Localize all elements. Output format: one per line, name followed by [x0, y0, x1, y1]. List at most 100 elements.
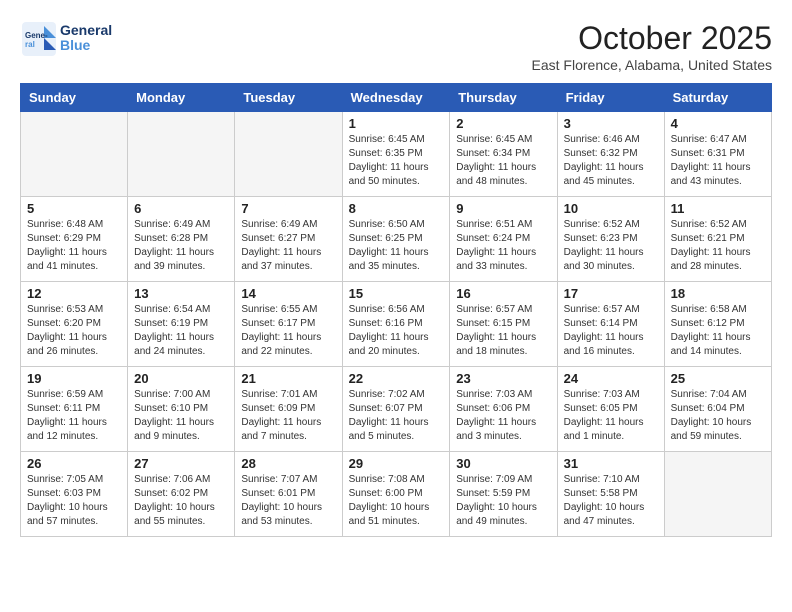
day-info: Sunrise: 7:10 AM Sunset: 5:58 PM Dayligh…	[564, 473, 658, 529]
calendar-title: October 2025	[532, 20, 772, 57]
day-number: 29	[349, 456, 444, 471]
day-cell: 26Sunrise: 7:05 AM Sunset: 6:03 PM Dayli…	[21, 452, 128, 537]
week-row-3: 12 Sunrise: 6:53 AM Sunset: 6:20 PM Dayli…	[21, 282, 772, 367]
day-info: Sunrise: 7:06 AM Sunset: 6:02 PM Dayligh…	[134, 473, 228, 529]
day-cell: 30 Sunrise: 7:09 AM Sunset: 5:59 PM Dayli…	[450, 452, 557, 537]
day-cell: 4 Sunrise: 6:47 AM Sunset: 6:31 PM Daylig…	[664, 112, 771, 197]
day-number: 1	[349, 116, 444, 131]
day-cell: 15 Sunrise: 6:56 AM Sunset: 6:16 PM Dayli…	[342, 282, 450, 367]
day-cell: 10Sunrise: 6:52 AM Sunset: 6:23 PM Dayli…	[557, 197, 664, 282]
day-info: Sunrise: 7:08 AM Sunset: 6:00 PM Dayligh…	[349, 473, 444, 529]
logo-icon: Gene- ral	[20, 20, 56, 56]
day-cell: 5 Sunrise: 6:48 AM Sunset: 6:29 PM Daylig…	[21, 197, 128, 282]
day-number: 20	[134, 371, 228, 386]
day-info: Sunrise: 7:00 AM Sunset: 6:10 PM Dayligh…	[134, 388, 228, 444]
day-info: Sunrise: 7:07 AM Sunset: 6:01 PM Dayligh…	[241, 473, 335, 529]
day-info: Sunrise: 6:50 AM Sunset: 6:25 PM Dayligh…	[349, 218, 444, 274]
day-cell: 14Sunrise: 6:55 AM Sunset: 6:17 PM Dayli…	[235, 282, 342, 367]
day-number: 13	[134, 286, 228, 301]
day-number: 17	[564, 286, 658, 301]
day-number: 28	[241, 456, 335, 471]
day-info: Sunrise: 6:52 AM Sunset: 6:21 PM Dayligh…	[671, 218, 765, 274]
day-cell: 16 Sunrise: 6:57 AM Sunset: 6:15 PM Dayli…	[450, 282, 557, 367]
day-info: Sunrise: 6:47 AM Sunset: 6:31 PM Dayligh…	[671, 133, 765, 189]
day-info: Sunrise: 7:03 AM Sunset: 6:06 PM Dayligh…	[456, 388, 550, 444]
day-cell	[664, 452, 771, 537]
page-header: Gene- ral General Blue October 2025 East…	[20, 20, 772, 73]
day-info: Sunrise: 6:46 AM Sunset: 6:32 PM Dayligh…	[564, 133, 658, 189]
weekday-header-monday: Monday	[128, 84, 235, 112]
day-number: 10	[564, 201, 658, 216]
day-info: Sunrise: 6:49 AM Sunset: 6:27 PM Dayligh…	[241, 218, 335, 274]
logo: Gene- ral General Blue	[20, 20, 112, 56]
day-number: 6	[134, 201, 228, 216]
day-cell: 7Sunrise: 6:49 AM Sunset: 6:27 PM Daylig…	[235, 197, 342, 282]
day-info: Sunrise: 7:02 AM Sunset: 6:07 PM Dayligh…	[349, 388, 444, 444]
day-info: Sunrise: 6:51 AM Sunset: 6:24 PM Dayligh…	[456, 218, 550, 274]
day-cell: 25Sunrise: 7:04 AM Sunset: 6:04 PM Dayli…	[664, 367, 771, 452]
day-number: 21	[241, 371, 335, 386]
day-cell: 13 Sunrise: 6:54 AM Sunset: 6:19 PM Dayli…	[128, 282, 235, 367]
day-info: Sunrise: 6:49 AM Sunset: 6:28 PM Dayligh…	[134, 218, 228, 274]
day-number: 25	[671, 371, 765, 386]
day-number: 12	[27, 286, 121, 301]
day-cell: 27Sunrise: 7:06 AM Sunset: 6:02 PM Dayli…	[128, 452, 235, 537]
day-info: Sunrise: 6:54 AM Sunset: 6:19 PM Dayligh…	[134, 303, 228, 359]
day-info: Sunrise: 7:01 AM Sunset: 6:09 PM Dayligh…	[241, 388, 335, 444]
logo-general: General	[60, 23, 112, 38]
logo-blue: Blue	[60, 38, 112, 53]
week-row-4: 19 Sunrise: 6:59 AM Sunset: 6:11 PM Dayli…	[21, 367, 772, 452]
day-cell	[21, 112, 128, 197]
day-number: 2	[456, 116, 550, 131]
day-cell: 17Sunrise: 6:57 AM Sunset: 6:14 PM Dayli…	[557, 282, 664, 367]
week-row-1: 1 Sunrise: 6:45 AM Sunset: 6:35 PM Daylig…	[21, 112, 772, 197]
day-info: Sunrise: 6:56 AM Sunset: 6:16 PM Dayligh…	[349, 303, 444, 359]
day-info: Sunrise: 6:59 AM Sunset: 6:11 PM Dayligh…	[27, 388, 121, 444]
day-cell: 9 Sunrise: 6:51 AM Sunset: 6:24 PM Daylig…	[450, 197, 557, 282]
day-cell: 31Sunrise: 7:10 AM Sunset: 5:58 PM Dayli…	[557, 452, 664, 537]
weekday-header-tuesday: Tuesday	[235, 84, 342, 112]
weekday-header-friday: Friday	[557, 84, 664, 112]
day-number: 9	[456, 201, 550, 216]
day-number: 30	[456, 456, 550, 471]
day-cell	[128, 112, 235, 197]
day-info: Sunrise: 6:53 AM Sunset: 6:20 PM Dayligh…	[27, 303, 121, 359]
day-cell	[235, 112, 342, 197]
logo-text: General Blue	[60, 23, 112, 54]
day-info: Sunrise: 6:57 AM Sunset: 6:15 PM Dayligh…	[456, 303, 550, 359]
calendar-subtitle: East Florence, Alabama, United States	[532, 57, 772, 73]
day-number: 4	[671, 116, 765, 131]
day-cell: 22 Sunrise: 7:02 AM Sunset: 6:07 PM Dayli…	[342, 367, 450, 452]
day-info: Sunrise: 7:09 AM Sunset: 5:59 PM Dayligh…	[456, 473, 550, 529]
day-info: Sunrise: 6:48 AM Sunset: 6:29 PM Dayligh…	[27, 218, 121, 274]
day-info: Sunrise: 6:55 AM Sunset: 6:17 PM Dayligh…	[241, 303, 335, 359]
day-number: 15	[349, 286, 444, 301]
day-number: 5	[27, 201, 121, 216]
weekday-header-thursday: Thursday	[450, 84, 557, 112]
day-number: 18	[671, 286, 765, 301]
day-cell: 12 Sunrise: 6:53 AM Sunset: 6:20 PM Dayli…	[21, 282, 128, 367]
day-number: 24	[564, 371, 658, 386]
day-cell: 3 Sunrise: 6:46 AM Sunset: 6:32 PM Daylig…	[557, 112, 664, 197]
weekday-header-row: SundayMondayTuesdayWednesdayThursdayFrid…	[21, 84, 772, 112]
svg-text:Gene-: Gene-	[25, 31, 48, 40]
day-number: 8	[349, 201, 444, 216]
day-info: Sunrise: 6:45 AM Sunset: 6:35 PM Dayligh…	[349, 133, 444, 189]
day-cell: 11Sunrise: 6:52 AM Sunset: 6:21 PM Dayli…	[664, 197, 771, 282]
day-cell: 23Sunrise: 7:03 AM Sunset: 6:06 PM Dayli…	[450, 367, 557, 452]
week-row-5: 26Sunrise: 7:05 AM Sunset: 6:03 PM Dayli…	[21, 452, 772, 537]
day-info: Sunrise: 6:58 AM Sunset: 6:12 PM Dayligh…	[671, 303, 765, 359]
day-number: 19	[27, 371, 121, 386]
day-cell: 21 Sunrise: 7:01 AM Sunset: 6:09 PM Dayli…	[235, 367, 342, 452]
day-cell: 8 Sunrise: 6:50 AM Sunset: 6:25 PM Daylig…	[342, 197, 450, 282]
day-info: Sunrise: 7:03 AM Sunset: 6:05 PM Dayligh…	[564, 388, 658, 444]
day-number: 16	[456, 286, 550, 301]
day-number: 3	[564, 116, 658, 131]
day-cell: 18 Sunrise: 6:58 AM Sunset: 6:12 PM Dayli…	[664, 282, 771, 367]
day-cell: 19 Sunrise: 6:59 AM Sunset: 6:11 PM Dayli…	[21, 367, 128, 452]
day-info: Sunrise: 7:05 AM Sunset: 6:03 PM Dayligh…	[27, 473, 121, 529]
title-section: October 2025 East Florence, Alabama, Uni…	[532, 20, 772, 73]
day-number: 22	[349, 371, 444, 386]
calendar-table: SundayMondayTuesdayWednesdayThursdayFrid…	[20, 83, 772, 537]
week-row-2: 5 Sunrise: 6:48 AM Sunset: 6:29 PM Daylig…	[21, 197, 772, 282]
